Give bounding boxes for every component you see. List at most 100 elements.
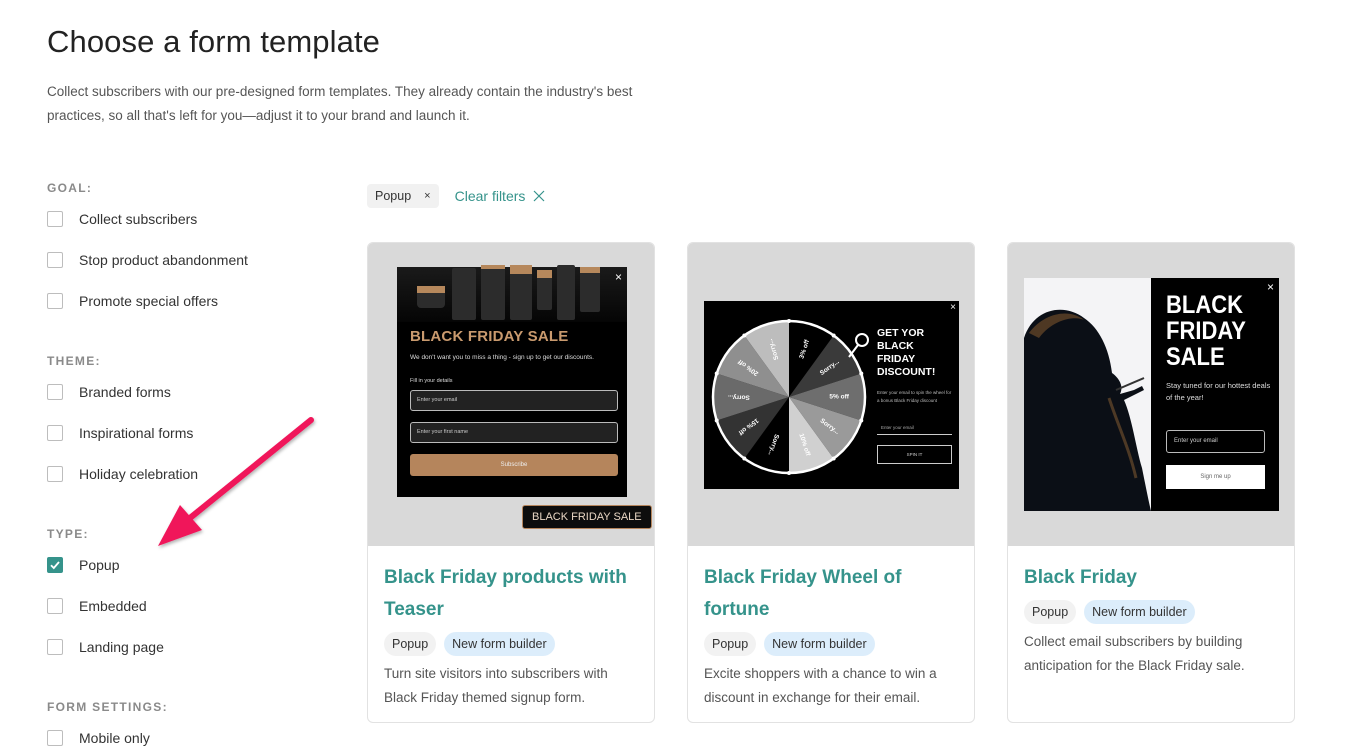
popup-preview: × BLACK FRIDAY SALE We don't want you to…	[397, 265, 627, 497]
wheel-peg	[787, 471, 791, 475]
popup-preview: 3% off Sorry... 5% off Sorry... 10% off Sorry…	[704, 301, 959, 489]
filter-branded-forms[interactable]: Branded forms	[47, 371, 307, 412]
filter-group-type: TYPE: Popup Embedded Landing page	[47, 524, 307, 667]
filter-label: Collect subscribers	[79, 210, 198, 227]
badge-type: Popup	[384, 632, 437, 656]
checkbox[interactable]	[47, 292, 63, 309]
preview-close-icon: ×	[614, 270, 622, 284]
card-title[interactable]: Black Friday Wheel of fortune	[704, 562, 958, 626]
filter-group-goal: GOAL: Collect subscribers Stop product a…	[47, 178, 307, 321]
filter-label: Popup	[79, 556, 120, 573]
preview-close-icon: ×	[950, 302, 956, 313]
filter-group-theme: THEME: Branded forms Inspirational forms…	[47, 351, 307, 494]
popup-preview: × BLACK FRIDAY SALE Stay tuned for our h…	[1024, 278, 1279, 511]
wheel-peg	[742, 456, 747, 461]
active-filters: Popup × Clear filters	[367, 184, 545, 208]
filter-chip-popup: Popup ×	[367, 184, 439, 208]
filter-heading: TYPE:	[47, 527, 89, 541]
checkmark-icon	[50, 560, 60, 569]
wheel-peg	[859, 371, 864, 376]
preview-heading: BLACK FRIDAY SALE	[410, 328, 569, 345]
card-body: Black Friday Wheel of fortune Popup New …	[688, 546, 974, 710]
checkbox[interactable]	[47, 729, 63, 746]
wheel-peg	[714, 371, 719, 376]
template-card[interactable]: × BLACK FRIDAY SALE Stay tuned for our h…	[1007, 242, 1295, 723]
filter-group-form-settings: FORM SETTINGS: Mobile only	[47, 697, 307, 752]
preview-subheading: Enter your email to spin the wheel for a…	[877, 390, 952, 403]
preview-subheading: Stay tuned for our hottest deals of the …	[1166, 381, 1271, 402]
wheel-segment-label: Sorry...	[728, 393, 750, 400]
preview-signup-button: Sign me up	[1166, 465, 1265, 489]
filter-label: Branded forms	[79, 383, 171, 400]
card-body: Black Friday Popup New form builder Coll…	[1008, 546, 1294, 678]
filter-label: Landing page	[79, 638, 164, 655]
filter-heading: GOAL:	[47, 181, 93, 195]
checkbox[interactable]	[47, 465, 63, 482]
card-body: Black Friday products with Teaser Popup …	[368, 546, 654, 710]
template-preview[interactable]: 3% off Sorry... 5% off Sorry... 10% off Sorry…	[688, 243, 974, 546]
checkbox[interactable]	[47, 424, 63, 441]
products-image	[397, 265, 627, 322]
page-title: Choose a form template	[47, 24, 381, 59]
chip-label: Popup	[375, 189, 412, 203]
wheel-peg	[787, 319, 791, 323]
preview-name-field: Enter your first name	[410, 422, 618, 443]
wheel-peg	[831, 456, 836, 461]
filter-collect-subscribers[interactable]: Collect subscribers	[47, 198, 307, 239]
filter-stop-product-abandonment[interactable]: Stop product abandonment	[47, 239, 307, 280]
filter-label: Mobile only	[79, 729, 150, 746]
clear-filters-label: Clear filters	[454, 188, 526, 204]
clear-filters-button[interactable]: Clear filters	[455, 188, 546, 204]
filter-landing-page[interactable]: Landing page	[47, 626, 307, 667]
filter-label: Inspirational forms	[79, 424, 194, 441]
template-preview[interactable]: × BLACK FRIDAY SALE We don't want you to…	[368, 243, 654, 546]
checkbox[interactable]	[47, 210, 63, 227]
wheel-of-fortune: 3% offSorry...5% offSorry...10% offSorry…	[711, 319, 869, 475]
checkbox[interactable]	[47, 638, 63, 655]
preview-teaser: BLACK FRIDAY SALE	[522, 505, 652, 529]
preview-heading: BLACK FRIDAY SALE	[1166, 291, 1246, 371]
wheel-segment-label: 5% off	[829, 394, 849, 401]
close-icon	[533, 190, 545, 202]
wheel-peg	[742, 333, 747, 338]
filter-inspirational-forms[interactable]: Inspirational forms	[47, 412, 307, 453]
filter-heading: FORM SETTINGS:	[47, 700, 168, 714]
preview-email-field: Enter your email	[1166, 430, 1265, 453]
template-preview[interactable]: × BLACK FRIDAY SALE Stay tuned for our h…	[1008, 243, 1294, 546]
filter-promote-special-offers[interactable]: Promote special offers	[47, 280, 307, 321]
template-card[interactable]: × BLACK FRIDAY SALE We don't want you to…	[367, 242, 655, 723]
wheel-pointer-icon	[848, 333, 869, 358]
card-description: Collect email subscribers by building an…	[1024, 634, 1245, 673]
filter-mobile-only[interactable]: Mobile only	[47, 717, 307, 752]
filters-sidebar: GOAL: Collect subscribers Stop product a…	[47, 178, 307, 752]
filter-popup[interactable]: Popup	[47, 544, 307, 585]
preview-close-icon: ×	[1266, 280, 1274, 294]
filter-embedded[interactable]: Embedded	[47, 585, 307, 626]
checkbox[interactable]	[47, 597, 63, 614]
checkbox[interactable]	[47, 383, 63, 400]
card-title[interactable]: Black Friday products with Teaser	[384, 562, 638, 626]
badge-type: Popup	[704, 632, 757, 656]
card-description: Turn site visitors into subscribers with…	[384, 666, 608, 705]
wheel-peg	[831, 333, 836, 338]
wheel-peg	[714, 418, 719, 423]
filter-label: Promote special offers	[79, 292, 219, 309]
filter-holiday-celebration[interactable]: Holiday celebration	[47, 453, 307, 494]
woman-silhouette-photo	[1024, 278, 1151, 511]
card-badges: Popup New form builder	[384, 632, 638, 656]
filter-label: Holiday celebration	[79, 465, 199, 482]
preview-heading: GET YOR BLACK FRIDAY DISCOUNT!	[877, 327, 936, 378]
checkbox[interactable]	[47, 251, 63, 268]
preview-email-field: Enter your email	[410, 390, 618, 411]
checkbox-checked[interactable]	[47, 556, 63, 573]
template-card[interactable]: 3% off Sorry... 5% off Sorry... 10% off Sorry…	[687, 242, 975, 723]
badge-builder: New form builder	[1084, 600, 1195, 624]
preview-fields-label: Fill in your details	[410, 378, 453, 384]
remove-filter-icon[interactable]: ×	[424, 190, 430, 202]
wheel-peg	[859, 418, 864, 423]
card-title[interactable]: Black Friday	[1024, 562, 1278, 594]
card-badges: Popup New form builder	[704, 632, 958, 656]
page-description: Collect subscribers with our pre-designe…	[47, 84, 633, 123]
badge-builder: New form builder	[444, 632, 555, 656]
filter-label: Stop product abandonment	[79, 251, 248, 268]
